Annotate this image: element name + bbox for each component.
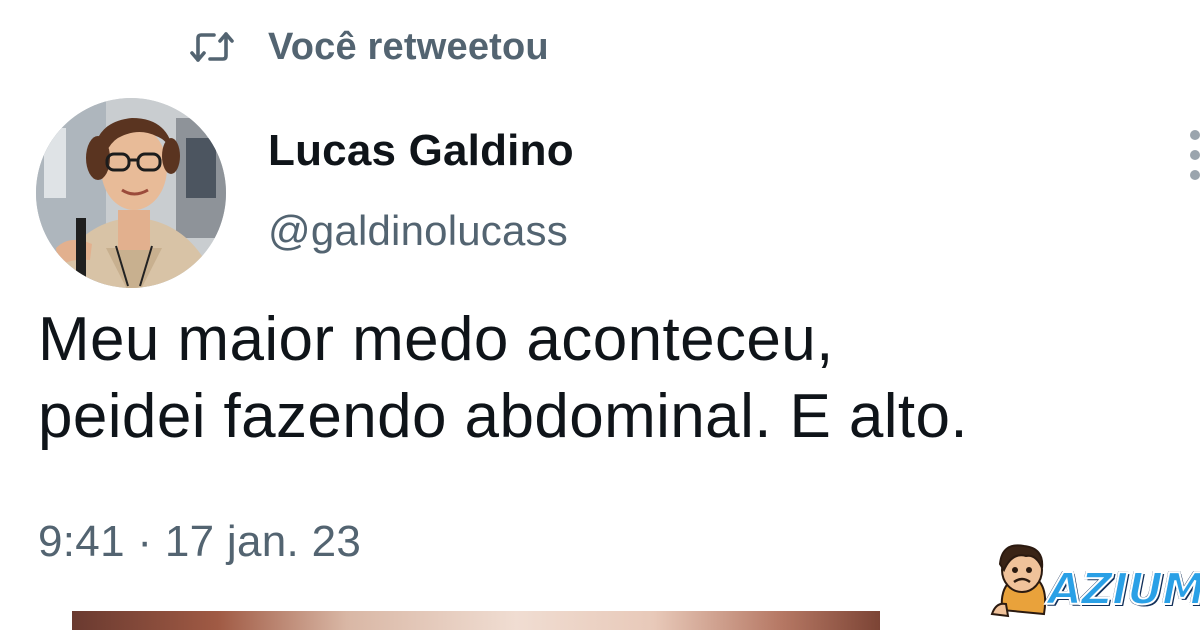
author-handle[interactable]: @galdinolucass [268,207,568,255]
author-display-name[interactable]: Lucas Galdino [268,126,574,176]
watermark-text: AZIUM [1047,563,1200,616]
tweet-timestamp[interactable]: 9:41 · 17 jan. 23 [38,517,361,567]
tweet-card[interactable]: Você retweetou Lucas Galdino @galdinoluc… [0,0,1200,630]
more-vertical-icon[interactable] [1178,128,1200,182]
retweet-label: Você retweetou [268,25,549,68]
retweet-icon [190,30,234,64]
avatar[interactable] [36,98,226,288]
tweet-media-preview[interactable] [72,611,880,630]
tweet-text: Meu maior medo aconteceu, peidei fazendo… [38,305,969,451]
retweet-header: Você retweetou [190,24,549,70]
watermark-logo: AZIUM [982,540,1200,622]
